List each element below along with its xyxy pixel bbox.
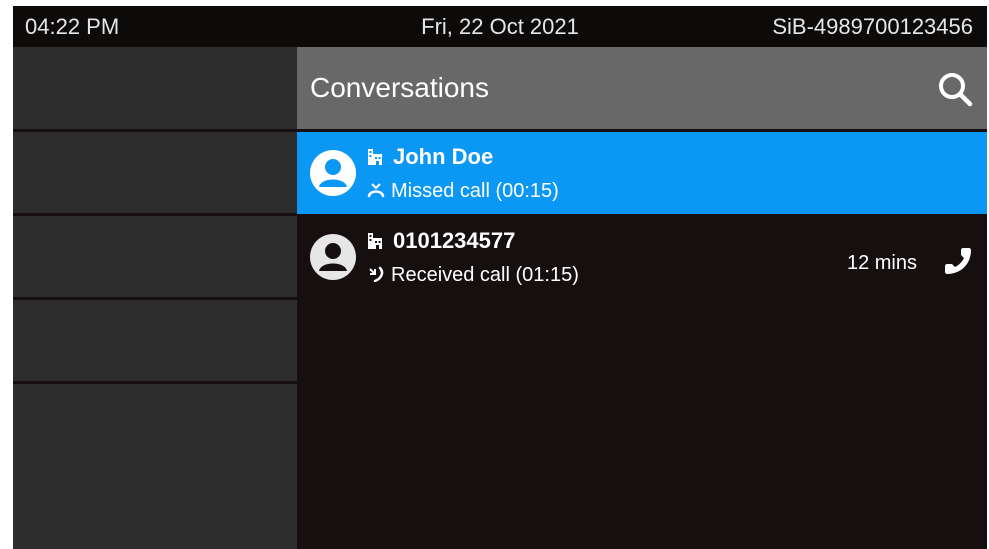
conversation-row[interactable]: 0101234577 Received call (01:15) 12 mins [297, 216, 987, 298]
avatar [309, 233, 357, 281]
panel-header: Conversations [297, 47, 987, 129]
softkey-1[interactable] [13, 47, 297, 129]
page-title: Conversations [310, 72, 489, 103]
softkey-2[interactable] [13, 132, 297, 213]
contact-name: 0101234577 [393, 228, 516, 253]
phone-icon[interactable] [943, 246, 973, 276]
conversations-panel: Conversations John Doe Missed call (00:1… [297, 47, 987, 549]
conversation-row[interactable]: John Doe Missed call (00:15) [297, 132, 987, 214]
received-call-icon [367, 266, 385, 283]
call-time: 12 mins [846, 252, 917, 274]
search-icon[interactable] [933, 67, 977, 111]
softkey-5[interactable] [13, 384, 297, 549]
business-contact-icon [368, 149, 382, 165]
phone-screen: 04:22 PM Fri, 22 Oct 2021 SiB-4989700123… [13, 6, 987, 549]
call-detail: Missed call (00:15) [391, 180, 559, 202]
softkey-column [13, 47, 297, 549]
contact-name: John Doe [393, 144, 494, 169]
softkey-4[interactable] [13, 300, 297, 381]
softkey-3[interactable] [13, 216, 297, 297]
avatar [309, 149, 357, 197]
missed-call-icon [367, 182, 385, 198]
call-detail: Received call (01:15) [391, 264, 579, 286]
business-contact-icon [368, 233, 382, 249]
status-bar: 04:22 PM Fri, 22 Oct 2021 SiB-4989700123… [13, 6, 987, 47]
status-device-id: SiB-4989700123456 [772, 14, 973, 39]
